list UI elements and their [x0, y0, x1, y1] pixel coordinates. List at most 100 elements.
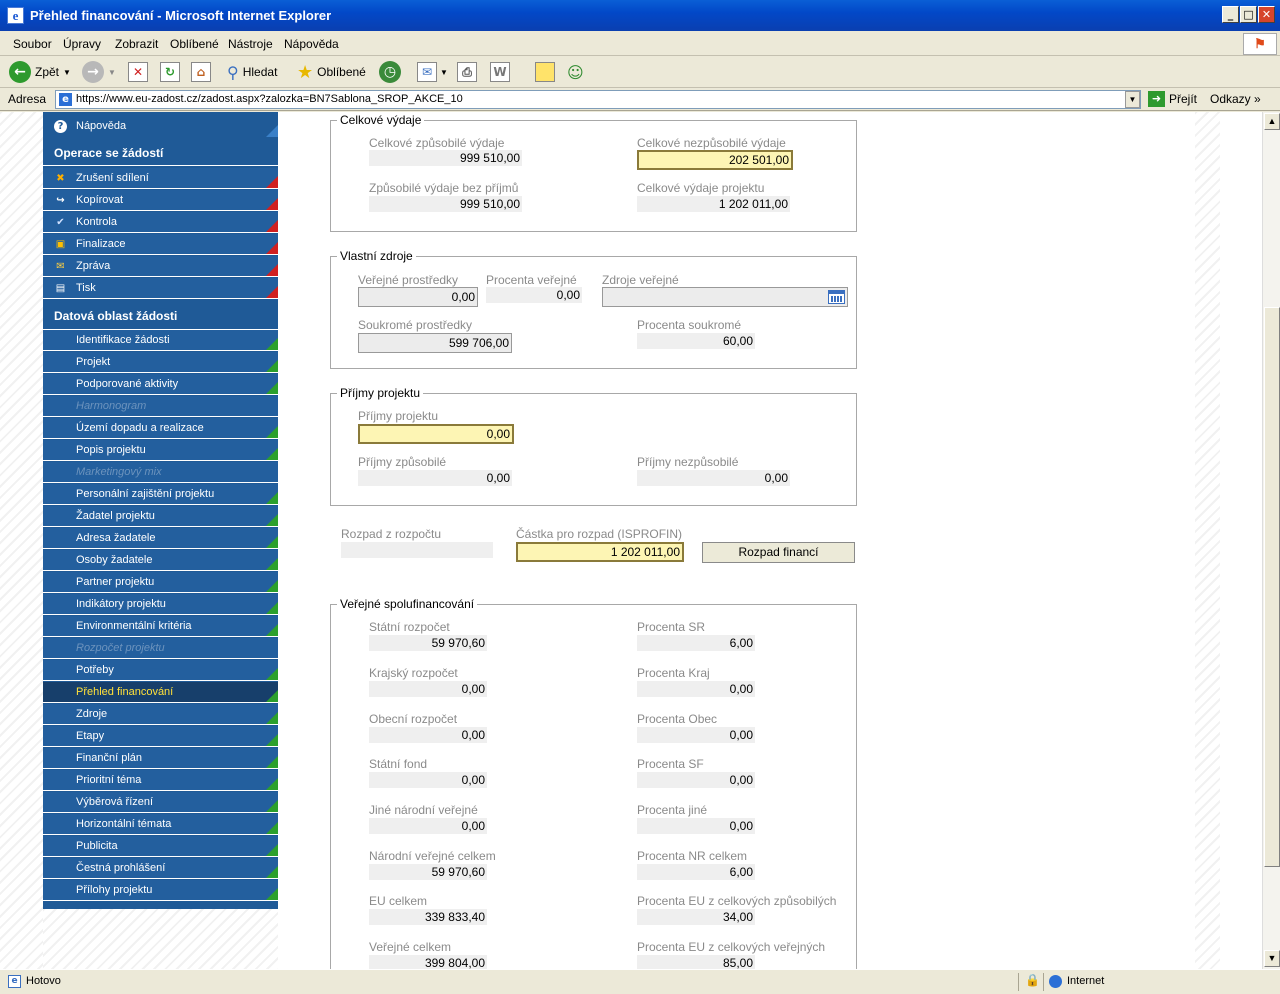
value-jine-narodni-verejne: 0,00 — [369, 818, 487, 834]
corner-marker — [266, 866, 278, 878]
sidebar-item-label: Potřeby — [76, 664, 114, 676]
corner-marker — [266, 778, 278, 790]
fieldset-legend: Celkové výdaje — [337, 113, 425, 127]
corner-marker — [266, 125, 278, 137]
sidebar-item-popis-projektu[interactable]: Popis projektu — [43, 440, 278, 461]
address-input[interactable]: e https://www.eu-zadost.cz/zadost.aspx?z… — [55, 90, 1141, 109]
sidebar-item-personalni-zajisteni[interactable]: Personální zajištění projektu — [43, 484, 278, 505]
forward-button[interactable]: → ▼ — [82, 60, 116, 84]
sidebar-op-label: Tisk — [76, 282, 96, 294]
sidebar-item-label: Území dopadu a realizace — [76, 422, 204, 434]
unshare-icon: ✖ — [56, 173, 65, 184]
minimize-button[interactable]: _ — [1222, 6, 1239, 23]
sidebar-item-label: Finanční plán — [76, 752, 143, 764]
sidebar-op-kopirovat[interactable]: ↪ Kopírovat — [43, 190, 278, 211]
sidebar-item-adresa-zadatele[interactable]: Adresa žadatele — [43, 528, 278, 549]
sidebar-item-identifikace[interactable]: Identifikace žádosti — [43, 330, 278, 351]
fieldset-legend: Veřejné spolufinancování — [337, 597, 478, 611]
sidebar-item-zdroje[interactable]: Zdroje — [43, 704, 278, 725]
sidebar-item-potreby[interactable]: Potřeby — [43, 660, 278, 681]
menu-soubor[interactable]: Soubor — [13, 37, 52, 51]
menu-nastroje[interactable]: Nástroje — [228, 37, 273, 51]
search-button[interactable]: ⚲ Hledat — [227, 60, 277, 84]
input-verejne-prostredky[interactable]: 0,00 — [358, 287, 478, 307]
rozpad-financi-button[interactable]: Rozpad financí — [702, 542, 855, 563]
zone-text: Internet — [1067, 975, 1105, 987]
forward-arrow-icon: → — [82, 61, 104, 83]
calendar-icon[interactable] — [828, 290, 845, 304]
value-obecni-rozpocet: 0,00 — [369, 727, 487, 743]
input-castka-pro-rozpad[interactable]: 1 202 011,00 — [516, 542, 684, 562]
sidebar-item-prioritni-tema[interactable]: Prioritní téma — [43, 770, 278, 791]
discuss-button[interactable] — [535, 60, 555, 84]
sidebar-item-zadatel-projektu[interactable]: Žadatel projektu — [43, 506, 278, 527]
menu-napoveda[interactable]: Nápověda — [284, 37, 339, 51]
ie-page-icon: e — [7, 7, 24, 24]
sidebar-item-partner-projektu[interactable]: Partner projektu — [43, 572, 278, 593]
sidebar-op-kontrola[interactable]: ✔ Kontrola — [43, 212, 278, 233]
scroll-down-icon[interactable]: ▼ — [1264, 950, 1280, 967]
sidebar-op-zruseni-sdileni[interactable]: ✖ Zrušení sdílení — [43, 168, 278, 189]
select-zdroje-verejne[interactable] — [602, 287, 848, 307]
input-soukrome-prostredky[interactable]: 599 706,00 — [358, 333, 512, 353]
sidebar-item-horizontalni-temata[interactable]: Horizontální témata — [43, 814, 278, 835]
corner-marker — [266, 448, 278, 460]
label-verejne-prostredky: Veřejné prostředky — [358, 273, 459, 287]
value-procenta-obec: 0,00 — [637, 727, 755, 743]
sidebar-item-financni-plan[interactable]: Finanční plán — [43, 748, 278, 769]
corner-marker — [266, 822, 278, 834]
scroll-up-icon[interactable]: ▲ — [1264, 113, 1280, 130]
sidebar-item-prilohy-projektu[interactable]: Přílohy projektu — [43, 880, 278, 901]
menu-upravy[interactable]: Úpravy — [63, 37, 101, 51]
sidebar-item-environmentalni-kriteria[interactable]: Environmentální kritéria — [43, 616, 278, 637]
mail-dropdown-icon: ▼ — [440, 67, 448, 77]
print-button[interactable]: ⎙ — [457, 60, 477, 84]
label-zdroje-verejne: Zdroje veřejné — [602, 273, 679, 287]
star-icon: ★ — [297, 61, 314, 83]
mail-button[interactable]: ✉ ▼ — [417, 60, 448, 84]
sidebar-op-finalizace[interactable]: ▣ Finalizace — [43, 234, 278, 255]
maximize-button[interactable]: □ — [1240, 6, 1257, 23]
sidebar-item-etapy[interactable]: Etapy — [43, 726, 278, 747]
go-button[interactable]: ➜ Přejít — [1148, 91, 1197, 107]
print-icon: ▤ — [55, 283, 66, 294]
links-label: Odkazy — [1210, 92, 1251, 106]
sidebar-op-zprava[interactable]: ✉ Zpráva — [43, 256, 278, 277]
sidebar-item-publicita[interactable]: Publicita — [43, 836, 278, 857]
sidebar-ops-heading: Operace se žádostí — [43, 140, 278, 166]
vertical-scrollbar[interactable]: ▲ ▼ — [1262, 112, 1280, 969]
sidebar-item-label: Partner projektu — [76, 576, 155, 588]
messenger-button[interactable]: ☺ — [567, 60, 584, 84]
label-prijmy-projektu: Příjmy projektu — [358, 409, 439, 423]
input-prijmy-projektu[interactable]: 0,00 — [358, 424, 514, 444]
sidebar-op-tisk[interactable]: ▤ Tisk — [43, 278, 278, 299]
home-button[interactable]: ⌂ — [191, 60, 211, 84]
sidebar-item-cestna-prohlaseni[interactable]: Čestná prohlášení — [43, 858, 278, 879]
sidebar-item-podporovane-aktivity[interactable]: Podporované aktivity — [43, 374, 278, 395]
sidebar-item-osoby-zadatele[interactable]: Osoby žadatele — [43, 550, 278, 571]
value-procenta-jine: 0,00 — [637, 818, 755, 834]
sidebar-item-indikatory-projektu[interactable]: Indikátory projektu — [43, 594, 278, 615]
sidebar-item-prehled-financovani[interactable]: Přehled financování — [43, 682, 278, 703]
sidebar-item-projekt[interactable]: Projekt — [43, 352, 278, 373]
sidebar-help[interactable]: ? Nápověda — [43, 116, 278, 137]
edit-button[interactable]: W — [490, 60, 510, 84]
input-celkove-nezpusobile[interactable]: 202 501,00 — [637, 150, 793, 170]
sidebar-item-label: Osoby žadatele — [76, 554, 153, 566]
sidebar-item-vyberova-rizeni[interactable]: Výběrová řízení — [43, 792, 278, 813]
back-button[interactable]: ← Zpět ▼ — [9, 60, 71, 84]
close-button[interactable]: ✕ — [1258, 6, 1275, 23]
scroll-thumb[interactable] — [1264, 307, 1280, 867]
refresh-button[interactable]: ↻ — [160, 60, 180, 84]
sidebar-item-uzemi-dopadu[interactable]: Území dopadu a realizace — [43, 418, 278, 439]
stop-button[interactable]: ✕ — [128, 60, 148, 84]
menu-oblibene[interactable]: Oblíbené — [170, 37, 219, 51]
address-dropdown-icon[interactable]: ▼ — [1125, 91, 1140, 108]
corner-marker — [266, 492, 278, 504]
links-button[interactable]: Odkazy » — [1210, 92, 1261, 106]
menu-zobrazit[interactable]: Zobrazit — [115, 37, 158, 51]
window-title: Přehled financování - Microsoft Internet… — [30, 8, 332, 23]
label-soukrome-prostredky: Soukromé prostředky — [358, 318, 473, 332]
favorites-button[interactable]: ★ Oblíbené — [297, 60, 366, 84]
history-button[interactable]: ◷ — [379, 60, 401, 84]
